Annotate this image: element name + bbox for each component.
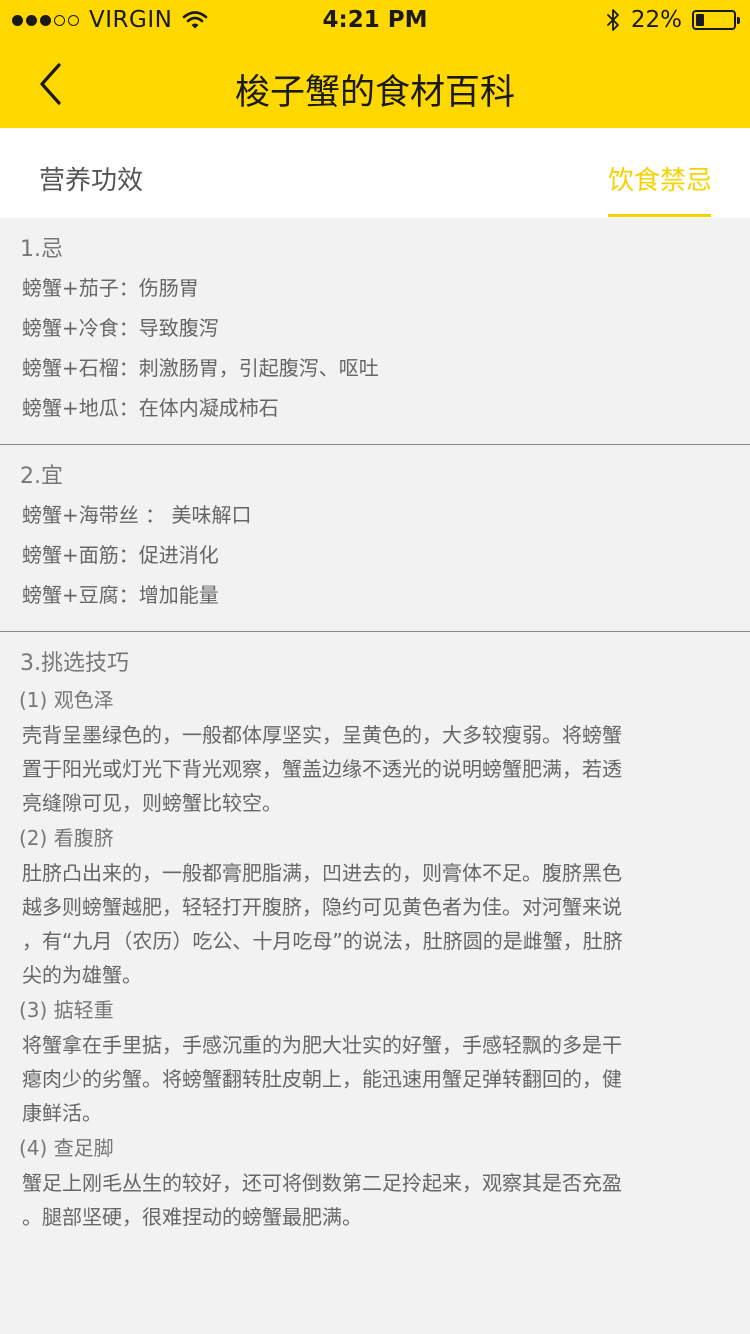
- paragraph-line: 置于阳光或灯光下背光观察，蟹盖边缘不透光的说明螃蟹肥满，若透: [22, 757, 622, 781]
- bluetooth-icon: [606, 9, 619, 31]
- list-item: 螃蟹+豆腐：增加能量: [22, 583, 219, 607]
- paragraph-line: 将蟹拿在手里掂，手感沉重的为肥大壮实的好蟹，手感轻飘的多是干: [22, 1033, 622, 1057]
- battery-fill: [696, 14, 704, 26]
- section-title: 3.挑选技巧: [20, 651, 129, 676]
- paragraph-line: 康鲜活。: [22, 1101, 102, 1125]
- section-title: 2.宜: [20, 464, 63, 489]
- list-item: 螃蟹+地瓜：在体内凝成柿石: [22, 396, 279, 420]
- status-bar: VIRGIN 4:21 PM 22%: [0, 0, 750, 40]
- paragraph-line: 越多则螃蟹越肥，轻轻打开腹脐，隐约可见黄色者为佳。对河蟹来说: [22, 895, 622, 919]
- subsection-title: (1) 观色泽: [19, 688, 114, 712]
- tab-bar: 营养功效 饮食禁忌: [0, 128, 750, 218]
- paragraph-line: 壳背呈墨绿色的，一般都体厚坚实，呈黄色的，大多较瘦弱。将螃蟹: [22, 723, 622, 747]
- paragraph-line: 。腿部坚硬，很难捏动的螃蟹最肥满。: [22, 1205, 362, 1229]
- tab-diet-taboos[interactable]: 饮食禁忌: [608, 160, 712, 197]
- section-avoid: 1.忌 螃蟹+茄子：伤肠胃 螃蟹+冷食：导致腹泻 螃蟹+石榴：刺激肠胃，引起腹泻…: [0, 218, 750, 445]
- list-item: 螃蟹+面筋：促进消化: [22, 543, 219, 567]
- paragraph-line: 瘪肉少的劣蟹。将螃蟹翻转肚皮朝上，能迅速用蟹足弹转翻回的，健: [22, 1067, 622, 1091]
- paragraph-line: 肚脐凸出来的，一般都膏肥脂满，凹进去的，则膏体不足。腹脐黑色: [22, 861, 622, 885]
- subsection-title: (4) 查足脚: [19, 1136, 114, 1160]
- list-item: 螃蟹+海带丝 ： 美味解口: [22, 503, 252, 527]
- tab-nutrition[interactable]: 营养功效: [39, 160, 143, 197]
- paragraph-line: 蟹足上刚毛丛生的较好，还可将倒数第二足拎起来，观察其是否充盈: [22, 1171, 622, 1195]
- active-tab-indicator: [608, 214, 711, 217]
- paragraph-line: ，有“九月（农历）吃公、十月吃母”的说法，肚脐圆的是雌蟹，肚脐: [22, 929, 623, 953]
- status-right: 22%: [605, 7, 740, 33]
- paragraph: 壳背呈墨绿色的，一般都体厚坚实，呈黄色的，大多较瘦弱。将螃蟹 置于阳光或灯光下背…: [22, 718, 702, 820]
- subsection-title: (3) 掂轻重: [19, 998, 114, 1022]
- battery-percent: 22%: [630, 7, 682, 33]
- list-item: 螃蟹+茄子：伤肠胃: [22, 276, 199, 300]
- paragraph: 蟹足上刚毛丛生的较好，还可将倒数第二足拎起来，观察其是否充盈 。腿部坚硬，很难捏…: [22, 1166, 702, 1234]
- list-item: 螃蟹+冷食：导致腹泻: [22, 316, 219, 340]
- section-suitable: 2.宜 螃蟹+海带丝 ： 美味解口 螃蟹+面筋：促进消化 螃蟹+豆腐：增加能量: [0, 445, 750, 632]
- paragraph: 将蟹拿在手里掂，手感沉重的为肥大壮实的好蟹，手感轻飘的多是干 瘪肉少的劣蟹。将螃…: [22, 1028, 702, 1130]
- header: VIRGIN 4:21 PM 22% 梭子蟹的食材百科: [0, 0, 750, 128]
- paragraph-line: 亮缝隙可见，则螃蟹比较空。: [22, 791, 282, 815]
- section-title: 1.忌: [20, 237, 63, 262]
- section-selection-tips: 3.挑选技巧 (1) 观色泽 壳背呈墨绿色的，一般都体厚坚实，呈黄色的，大多较瘦…: [0, 632, 750, 1250]
- paragraph-line: 尖的为雄蟹。: [22, 963, 142, 987]
- content-area: 1.忌 螃蟹+茄子：伤肠胃 螃蟹+冷食：导致腹泻 螃蟹+石榴：刺激肠胃，引起腹泻…: [0, 218, 750, 1250]
- list-item: 螃蟹+石榴：刺激肠胃，引起腹泻、呕吐: [22, 356, 379, 380]
- nav-bar: 梭子蟹的食材百科: [0, 40, 750, 128]
- page-title: 梭子蟹的食材百科: [234, 73, 515, 113]
- paragraph: 肚脐凸出来的，一般都膏肥脂满，凹进去的，则膏体不足。腹脐黑色 越多则螃蟹越肥，轻…: [22, 856, 702, 992]
- battery-icon: [692, 10, 740, 30]
- subsection-title: (2) 看腹脐: [19, 826, 114, 850]
